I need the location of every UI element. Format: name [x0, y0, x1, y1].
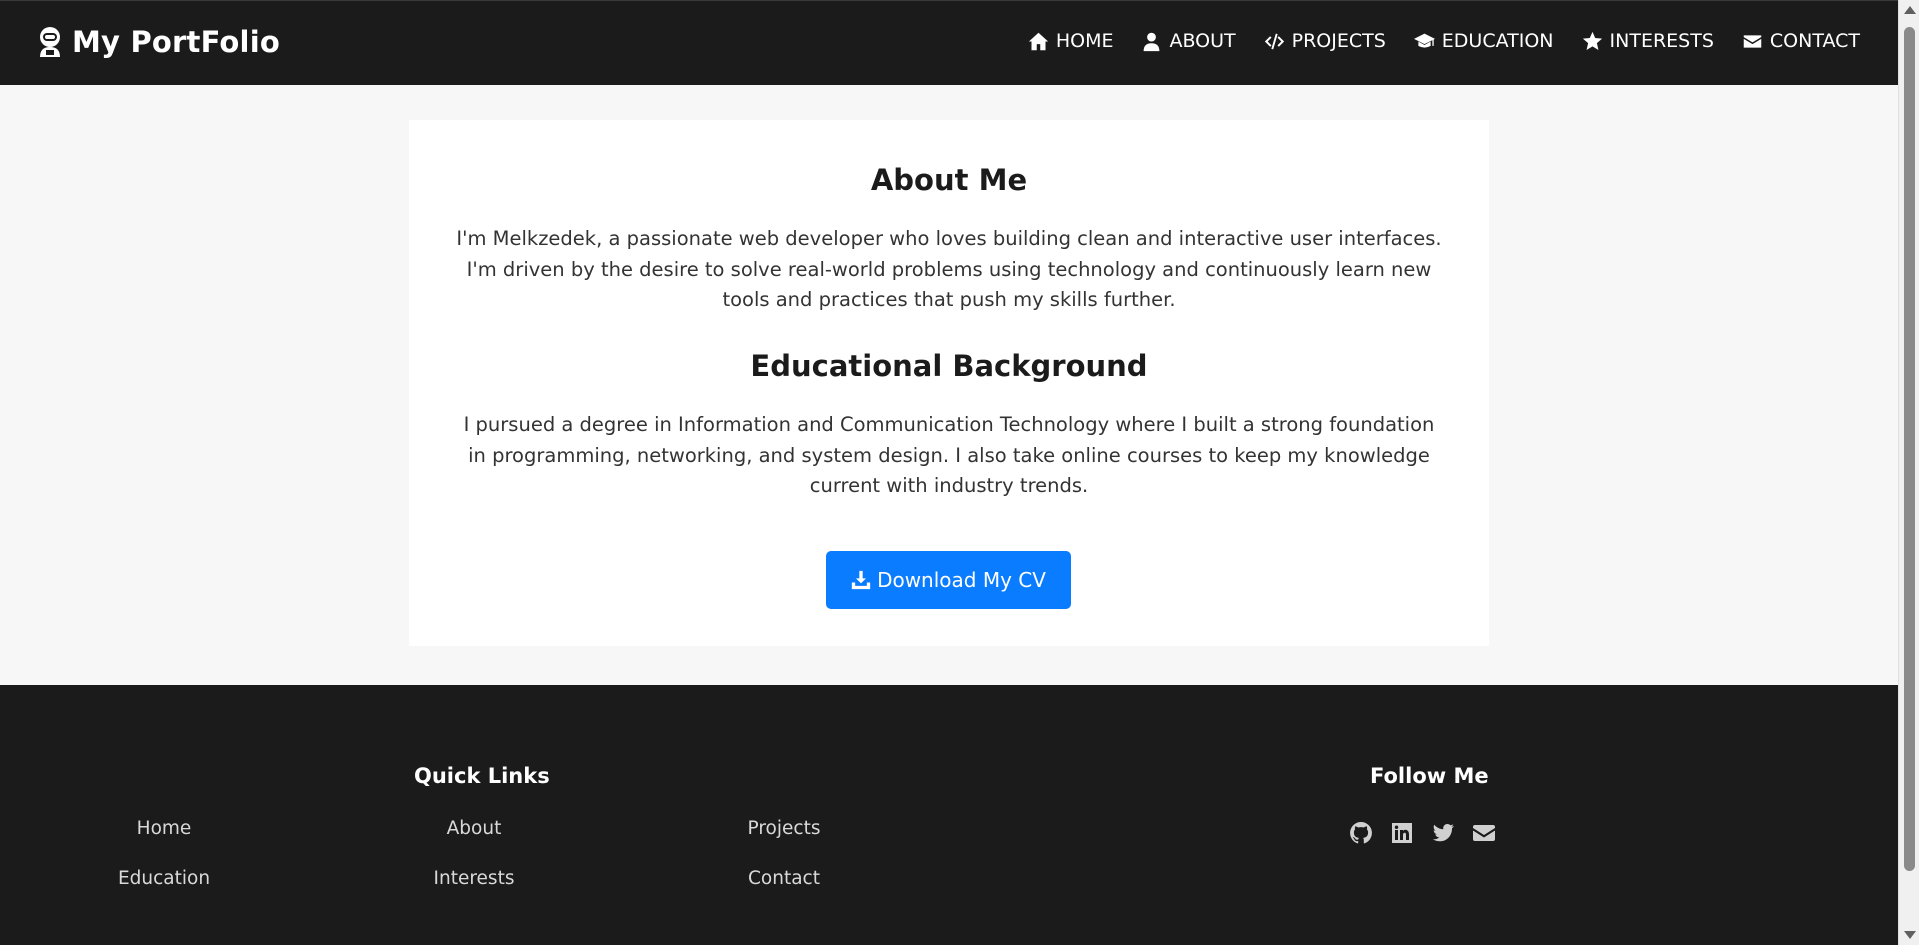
brand-name: My PortFolio	[72, 25, 280, 59]
quick-links-title: Quick Links	[414, 764, 550, 788]
code-icon	[1264, 33, 1284, 49]
nav-item-projects[interactable]: PROJECTS	[1264, 30, 1386, 52]
nav-item-home[interactable]: HOME	[1028, 30, 1114, 52]
scroll-down-icon[interactable]	[1904, 931, 1916, 939]
star-icon	[1582, 31, 1602, 50]
github-icon[interactable]	[1349, 821, 1373, 845]
nav-item-label: HOME	[1055, 30, 1114, 52]
about-card: About Me I'm Melkzedek, a passionate web…	[409, 120, 1489, 646]
user-icon	[1144, 32, 1160, 51]
education-title: Educational Background	[750, 349, 1148, 383]
nav-item-label: EDUCATION	[1441, 30, 1554, 52]
download-icon	[851, 570, 871, 590]
home-icon	[1028, 32, 1048, 50]
graduation-cap-icon	[1413, 33, 1435, 48]
linkedin-icon[interactable]	[1390, 821, 1414, 845]
footer: Quick Links Home About Projects Educatio…	[0, 685, 1898, 945]
scroll-up-icon[interactable]	[1904, 6, 1916, 14]
nav-item-interests[interactable]: INTERESTS	[1582, 30, 1714, 52]
nav-item-about[interactable]: ABOUT	[1141, 30, 1236, 52]
navbar: My PortFolio HOME ABOUT PROJECTS EDUCATI…	[0, 0, 1898, 85]
about-title: About Me	[870, 163, 1028, 197]
social-links	[1349, 821, 1496, 845]
footer-link-interests[interactable]: Interests	[434, 868, 515, 889]
about-text: I'm Melkzedek, a passionate web develope…	[456, 227, 1442, 311]
download-cv-label: Download My CV	[877, 568, 1046, 592]
nav-item-label: CONTACT	[1769, 30, 1860, 52]
vertical-scrollbar[interactable]	[1898, 0, 1919, 945]
astronaut-icon	[36, 26, 64, 58]
follow-me-title: Follow Me	[1370, 764, 1489, 788]
nav-item-label: PROJECTS	[1291, 30, 1386, 52]
scroll-thumb[interactable]	[1904, 27, 1915, 871]
education-text: I pursued a degree in Information and Co…	[463, 413, 1435, 497]
footer-link-about[interactable]: About	[447, 818, 502, 839]
download-cv-button[interactable]: Download My CV	[826, 551, 1071, 609]
page: My PortFolio HOME ABOUT PROJECTS EDUCATI…	[0, 0, 1919, 945]
envelope-icon[interactable]	[1472, 821, 1496, 845]
nav-item-education[interactable]: EDUCATION	[1413, 30, 1554, 52]
envelope-icon	[1743, 34, 1762, 48]
twitter-icon[interactable]	[1431, 821, 1455, 845]
footer-link-home[interactable]: Home	[137, 818, 192, 839]
nav-item-contact[interactable]: CONTACT	[1742, 30, 1860, 52]
nav-item-label: INTERESTS	[1609, 30, 1714, 52]
nav-item-label: ABOUT	[1169, 30, 1236, 52]
footer-link-contact[interactable]: Contact	[748, 868, 820, 889]
nav-menu: HOME ABOUT PROJECTS EDUCATION INTERESTS …	[1028, 30, 1860, 52]
brand-link[interactable]: My PortFolio	[36, 25, 280, 59]
footer-link-projects[interactable]: Projects	[748, 818, 821, 839]
footer-link-education[interactable]: Education	[118, 868, 210, 889]
